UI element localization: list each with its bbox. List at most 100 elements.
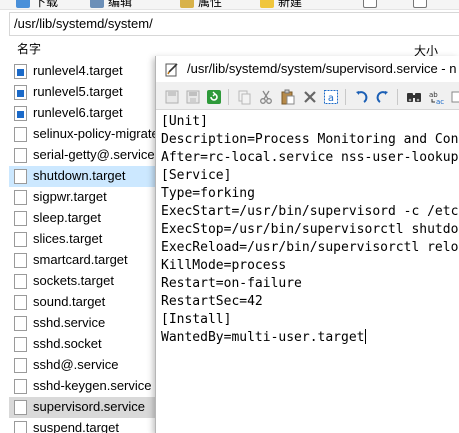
file-name: sigpwr.target: [33, 189, 107, 204]
toolbar-checkbox-1[interactable]: [363, 0, 377, 9]
new-folder-icon: [260, 0, 274, 8]
cut-icon[interactable]: [258, 89, 274, 105]
list-item-selected[interactable]: shutdown.target: [9, 166, 159, 187]
shortcut-file-icon: [14, 106, 27, 121]
file-icon: [14, 148, 27, 163]
file-icon: [14, 169, 27, 184]
code-line: After=rc-local.service nss-user-lookup: [161, 150, 459, 165]
file-name: sleep.target: [33, 210, 101, 225]
file-name: suspend.target: [33, 420, 120, 433]
replace-icon[interactable]: ab ac: [429, 89, 445, 105]
redo-icon[interactable]: [375, 89, 391, 105]
file-name: shutdown.target: [33, 168, 126, 183]
file-name: sockets.target: [33, 273, 114, 288]
file-icon: [14, 232, 27, 247]
new-label: 新建: [278, 0, 303, 9]
file-icon: [14, 316, 27, 331]
code-line: KillMode=process: [161, 258, 287, 273]
file-name: sshd.service: [33, 315, 106, 330]
editor-text-area[interactable]: [Unit] Description=Process Monitoring an…: [156, 112, 459, 433]
delete-icon[interactable]: [302, 89, 318, 105]
list-item[interactable]: sshd-keygen.service: [9, 376, 159, 397]
toolbar-checkbox-2[interactable]: [413, 0, 427, 9]
find-icon[interactable]: [406, 89, 422, 105]
save-icon[interactable]: [185, 89, 201, 105]
code-line: [Unit]: [161, 114, 208, 129]
file-icon: [14, 211, 27, 226]
file-name: sshd.socket: [33, 336, 102, 351]
reload-icon[interactable]: [206, 89, 222, 105]
code-line: [Install]: [161, 312, 232, 327]
undo-icon[interactable]: [353, 89, 369, 105]
file-name: runlevel6.target: [33, 105, 123, 120]
toolbar-separator: [228, 89, 229, 105]
text-caret: [364, 329, 366, 344]
new-file-icon[interactable]: [164, 89, 180, 105]
editor-title-bar[interactable]: /usr/lib/systemd/system/supervisord.serv…: [156, 56, 459, 82]
file-icon: [14, 358, 27, 373]
code-line: ExecStop=/usr/bin/supervisorctl shutdo: [161, 222, 459, 237]
code-line: Type=forking: [161, 186, 255, 201]
list-item[interactable]: sound.target: [9, 292, 159, 313]
list-item-active[interactable]: supervisord.service: [9, 397, 159, 418]
file-name: supervisord.service: [33, 399, 145, 414]
editor-title: /usr/lib/systemd/system/supervisord.serv…: [187, 61, 457, 76]
list-item[interactable]: runlevel6.target: [9, 103, 159, 124]
file-name: runlevel5.target: [33, 84, 123, 99]
edit-button[interactable]: 编辑: [90, 0, 132, 9]
file-icon: [14, 127, 27, 142]
file-name: sshd@.service: [33, 357, 119, 372]
editor-toolbar: a ab ac: [156, 84, 459, 110]
list-item[interactable]: runlevel5.target: [9, 82, 159, 103]
path-bar[interactable]: /usr/lib/systemd/system/: [9, 12, 459, 36]
file-icon: [14, 253, 27, 268]
list-item[interactable]: sshd.socket: [9, 334, 159, 355]
file-icon: [14, 400, 27, 415]
list-item[interactable]: sshd@.service: [9, 355, 159, 376]
file-icon: [14, 190, 27, 205]
code-line: ExecReload=/usr/bin/supervisorctl relo: [161, 240, 459, 255]
select-all-icon[interactable]: a: [323, 89, 339, 105]
more-tools-icon[interactable]: [451, 89, 459, 105]
checkbox-icon: [413, 0, 427, 8]
svg-text:ac: ac: [436, 98, 444, 105]
download-button[interactable]: 下载: [16, 0, 58, 9]
shortcut-file-icon: [14, 85, 27, 100]
code-line: RestartSec=42: [161, 294, 263, 309]
file-name: runlevel4.target: [33, 63, 123, 78]
path-text: /usr/lib/systemd/system/: [14, 16, 153, 31]
file-name: serial-getty@.service: [33, 147, 155, 162]
file-icon: [14, 379, 27, 394]
list-item[interactable]: serial-getty@.service: [9, 145, 159, 166]
properties-button[interactable]: 属性: [180, 0, 222, 9]
list-item[interactable]: selinux-policy-migrate: [9, 124, 159, 145]
download-icon: [16, 0, 30, 8]
list-item[interactable]: slices.target: [9, 229, 159, 250]
new-button[interactable]: 新建: [260, 0, 302, 9]
list-item[interactable]: smartcard.target: [9, 250, 159, 271]
list-item[interactable]: sshd.service: [9, 313, 159, 334]
list-item[interactable]: sleep.target: [9, 208, 159, 229]
file-list: runlevel4.target runlevel5.target runlev…: [9, 61, 159, 433]
properties-icon: [180, 0, 194, 8]
edit-icon: [90, 0, 104, 8]
file-name: sound.target: [33, 294, 106, 309]
file-name: sshd-keygen.service: [33, 378, 152, 393]
code-line: [Service]: [161, 168, 232, 183]
code-line: Restart=on-failure: [161, 276, 302, 291]
edit-label: 编辑: [108, 0, 133, 9]
code-line: ExecStart=/usr/bin/supervisord -c /etc: [161, 204, 459, 219]
code-line-last: WantedBy=multi-user.target: [161, 329, 366, 347]
list-item[interactable]: sigpwr.target: [9, 187, 159, 208]
list-item[interactable]: sockets.target: [9, 271, 159, 292]
paste-icon[interactable]: [280, 89, 296, 105]
code-line: Description=Process Monitoring and Con: [161, 132, 459, 147]
file-icon: [14, 337, 27, 352]
column-name-header[interactable]: 名字: [17, 40, 41, 57]
copy-icon[interactable]: [236, 89, 252, 105]
list-item[interactable]: runlevel4.target: [9, 61, 159, 82]
column-header: 名字 大小: [9, 38, 459, 58]
list-item[interactable]: suspend.target: [9, 418, 159, 433]
download-label: 下载: [34, 0, 59, 9]
properties-label: 属性: [198, 0, 223, 9]
